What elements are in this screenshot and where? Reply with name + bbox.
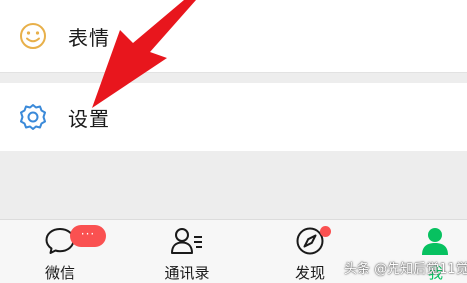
sticker-label: 表情 bbox=[68, 26, 110, 50]
sticker-menu-item[interactable]: 表情 bbox=[0, 0, 467, 72]
person-icon bbox=[420, 226, 450, 260]
discover-dot-badge bbox=[320, 226, 331, 237]
unread-badge: ··· bbox=[70, 225, 106, 247]
tab-discover-label: 发现 bbox=[294, 264, 325, 282]
section-divider bbox=[0, 72, 467, 73]
settings-label: 设置 bbox=[68, 107, 110, 131]
watermark-text: 头条 @先知后觉11觉 bbox=[344, 262, 467, 277]
tab-contacts-label: 通讯录 bbox=[164, 264, 210, 282]
gear-icon bbox=[18, 102, 48, 132]
contacts-icon bbox=[170, 226, 204, 260]
settings-menu-item[interactable]: 设置 bbox=[0, 83, 467, 151]
tab-contacts[interactable]: 通讯录 bbox=[150, 220, 224, 283]
smiley-icon bbox=[18, 21, 48, 51]
tab-discover[interactable]: 发现 bbox=[274, 220, 346, 283]
tab-chats-label: 微信 bbox=[44, 264, 75, 282]
